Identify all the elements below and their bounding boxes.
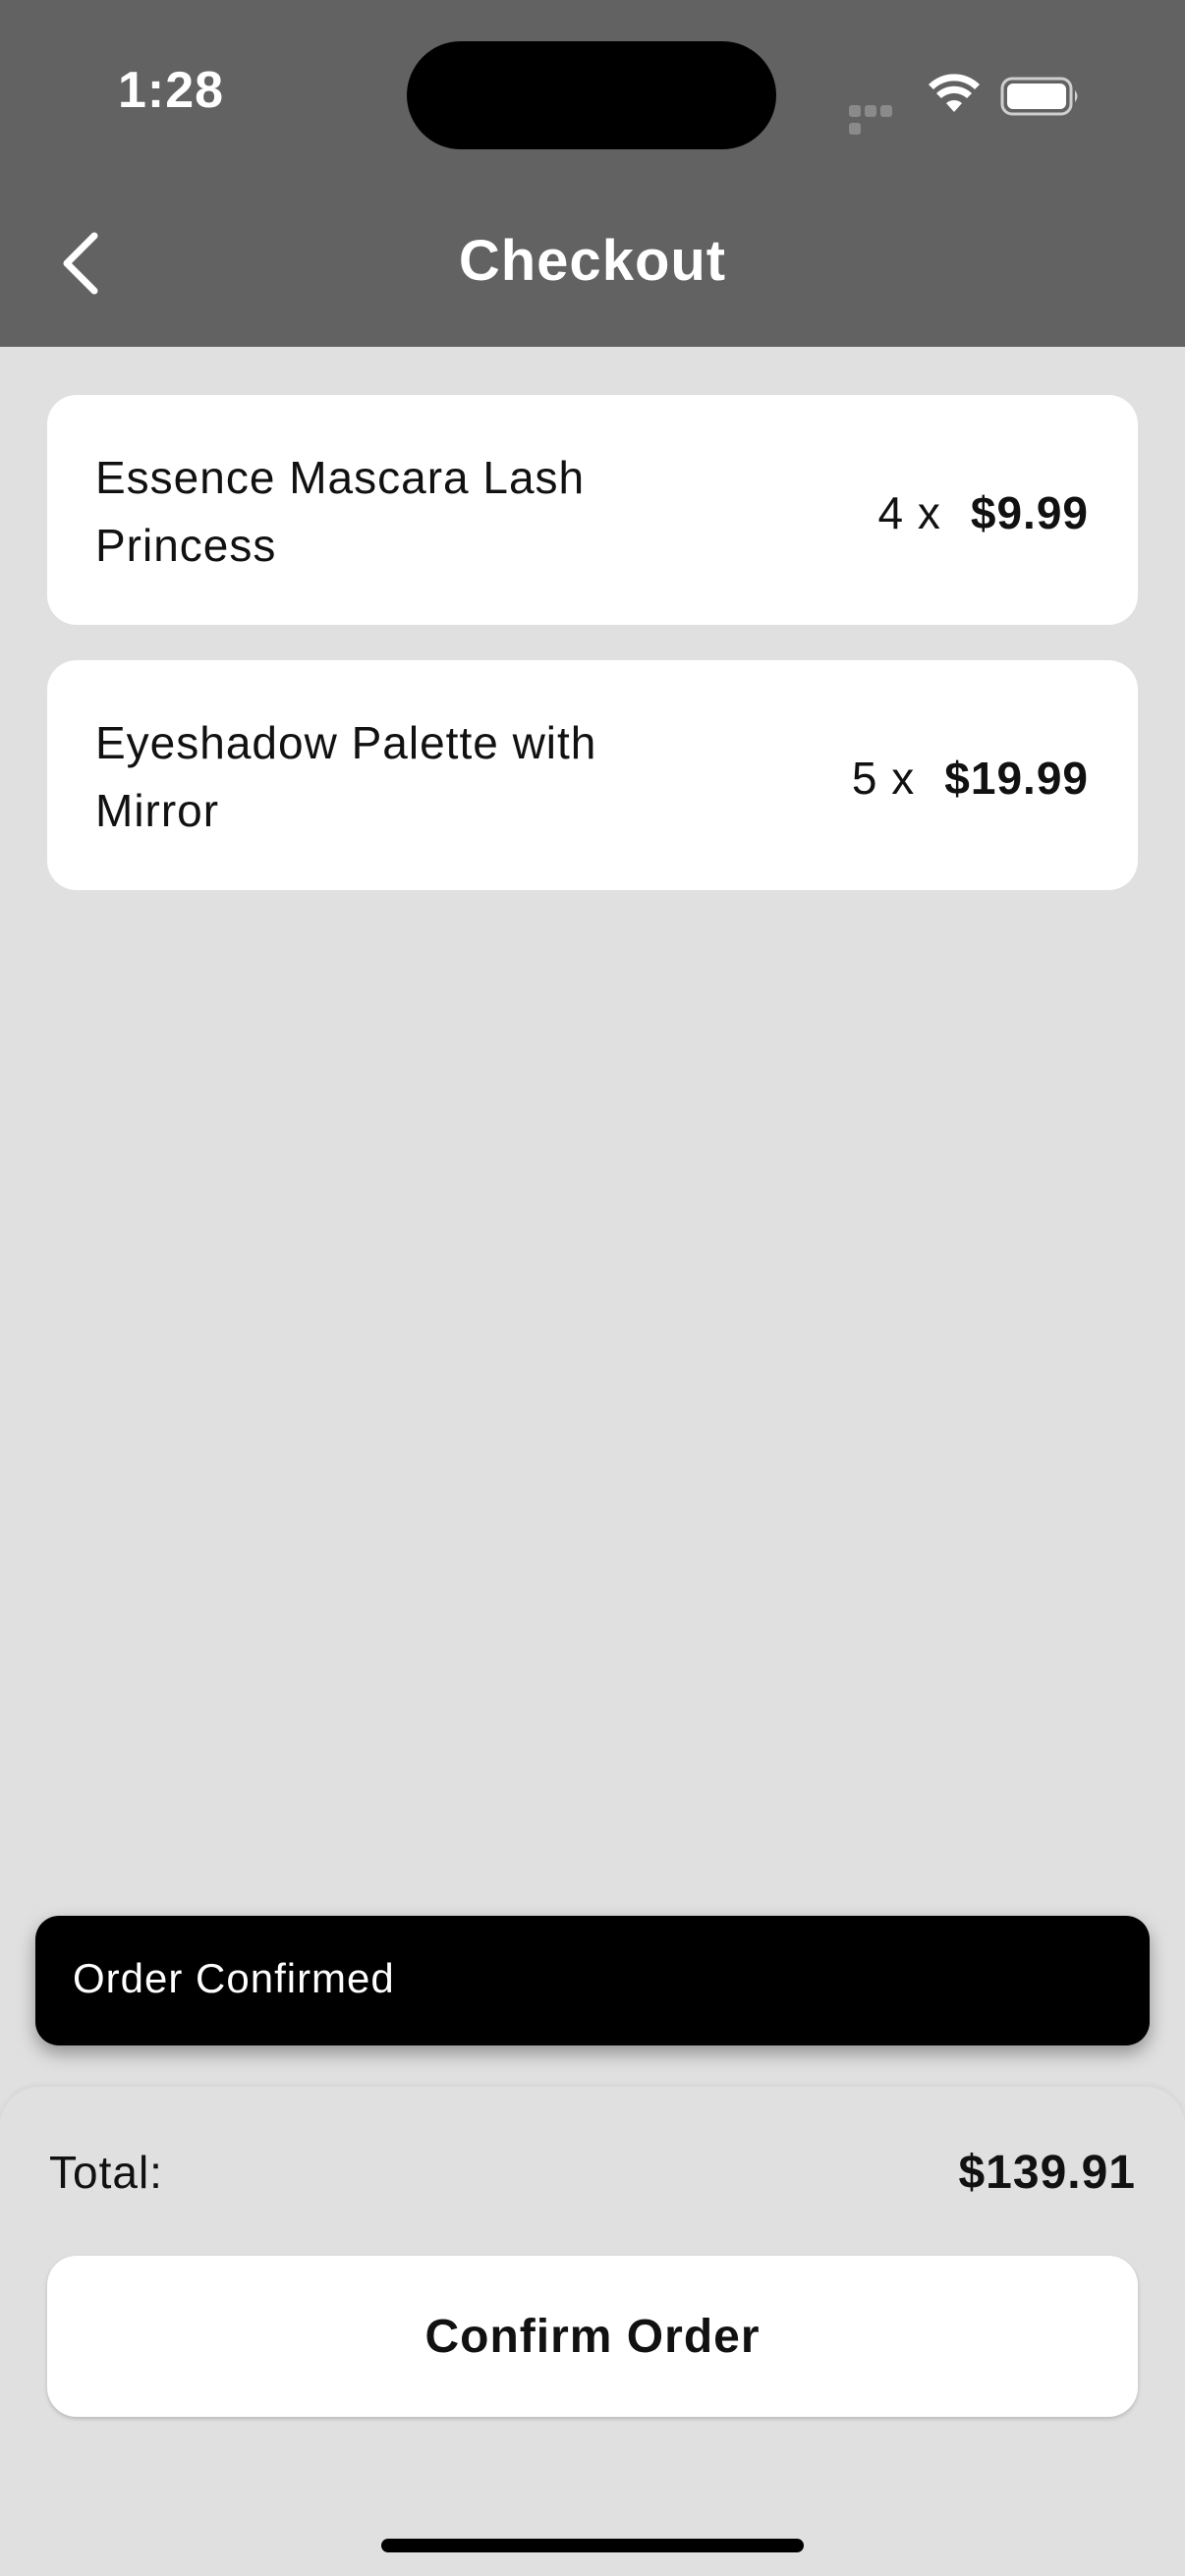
confirm-order-button[interactable]: Confirm Order [47,2256,1138,2417]
total-value: $139.91 [958,2147,1136,2199]
battery-icon [1000,77,1078,116]
home-indicator[interactable] [381,2539,804,2552]
status-time: 1:28 [118,62,225,119]
total-label: Total: [49,2147,163,2198]
cart-item: Eyeshadow Palette with Mirror 5 x $19.99 [47,660,1138,890]
cart-item-price-group: 4 x $9.99 [878,483,1090,542]
order-confirmed-snackbar: Order Confirmed [35,1916,1150,2045]
checkout-summary-panel: Total: $139.91 Confirm Order [0,2087,1185,2576]
cart-item-quantity: 4 x [877,487,941,538]
dynamic-island [407,41,776,149]
wifi-icon [929,74,980,112]
cart-item-price: $9.99 [970,487,1089,538]
cart-item-name: Eyeshadow Palette with Mirror [95,717,597,836]
cart-item-quantity: 5 x [851,753,916,804]
snackbar-message: Order Confirmed [73,1955,395,2001]
app-bar: 1:28 Checkout [0,0,1185,347]
signal-icon [849,104,908,135]
page-title: Checkout [458,229,727,293]
cart-item-price-group: 5 x $19.99 [852,749,1089,808]
cart-item: Essence Mascara Lash Princess 4 x $9.99 [47,395,1138,625]
checkout-screen: 1:28 Checkout Essence Mascara Lash Princ… [0,0,1185,2576]
cart-item-name: Essence Mascara Lash Princess [95,452,586,571]
cart-item-price: $19.99 [944,753,1089,804]
